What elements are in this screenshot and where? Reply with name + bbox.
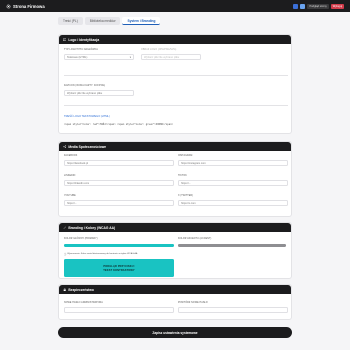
language-icon[interactable] xyxy=(300,3,306,9)
security-section-header: Bezpieczeństwo xyxy=(59,285,291,294)
instagram-label: INSTAGRAM xyxy=(178,155,193,157)
logo-text-input[interactable]: <span style="color: red">TWÓJ</span> <sp… xyxy=(64,123,173,126)
branding-section-header: Branding i Kolory (WCAG AA) xyxy=(59,223,291,232)
gear-icon xyxy=(6,3,11,9)
save-settings-button[interactable]: Zapisz ustawienia systemowe xyxy=(58,327,292,338)
twitter-label: X (TWITTER) xyxy=(178,195,194,197)
info-icon: ⓘ xyxy=(64,254,67,256)
logout-button[interactable]: Wyloguj xyxy=(330,3,344,9)
top-bar: Strona Firmowa Podgląd strony Wyloguj xyxy=(0,0,350,12)
chevron-down-icon: ▾ xyxy=(129,55,131,59)
logo-image-file-input[interactable]: Wybierz plik Nie wybrano pliku xyxy=(141,54,201,60)
logo-type-select[interactable]: Tekstowe (HTML) ▾ xyxy=(64,54,134,60)
logo-type-label: TYP LOGOTYPU NAGŁÓWKA xyxy=(64,49,98,51)
twitter-input[interactable]: https://x.com xyxy=(178,200,288,206)
new-password-input[interactable] xyxy=(64,307,174,313)
secondary-color-swatch[interactable] xyxy=(178,244,286,247)
flag-icon[interactable] xyxy=(293,3,299,9)
logo-section-header: Logo i Identyfikacja xyxy=(59,35,291,44)
brush-icon xyxy=(63,226,66,229)
tab-system-branding[interactable]: System i Branding xyxy=(122,17,161,26)
facebook-input[interactable]: https://facebook.pl xyxy=(64,160,174,166)
tab-media-library[interactable]: Biblioteka mediów xyxy=(84,17,121,26)
linkedin-input[interactable]: https://linkedin.com xyxy=(64,180,174,186)
secondary-color-label: KOLOR AKCENTU (ACCENT) xyxy=(178,238,212,240)
primary-color-label: KOLOR GŁÓWNY (PRIMARY) xyxy=(64,238,98,240)
social-section-header: Media Społecznościowe xyxy=(59,142,291,151)
instagram-input[interactable]: https://instagram.com xyxy=(178,160,288,166)
brand: Strona Firmowa xyxy=(6,4,45,9)
view-site-button[interactable]: Podgląd strony xyxy=(307,3,329,9)
preview-line-2: TEKST KONTRASTOWY xyxy=(103,268,135,272)
tab-bar: Treść (PL) Biblioteka mediów System i Br… xyxy=(58,17,161,26)
repeat-password-input[interactable] xyxy=(178,307,288,313)
tiktok-input[interactable]: https://... xyxy=(178,180,288,186)
image-icon xyxy=(63,38,67,41)
logo-text-label: TREŚĆ LOGO TEKSTOWEGO (HTML) xyxy=(64,115,110,118)
preview-line-1: PODGLĄD PRZYCISKU: xyxy=(103,264,135,268)
new-password-label: NOWE HASŁO ADMINISTRATORA xyxy=(64,302,103,304)
favicon-label: FAVICON (IKONA KARTY: ICO/PNG) xyxy=(64,85,106,87)
logo-section: Logo i Identyfikacja TYP LOGOTYPU NAGŁÓW… xyxy=(58,34,292,134)
youtube-label: YOUTUBE xyxy=(64,195,76,197)
button-preview: PODGLĄD PRZYCISKU: TEKST KONTRASTOWY xyxy=(64,259,174,277)
contrast-note: ⓘ Wymuszenie: Kolor został dostosowany d… xyxy=(64,253,138,256)
tab-content[interactable]: Treść (PL) xyxy=(58,17,83,26)
facebook-label: FACEBOOK xyxy=(64,155,78,157)
share-icon xyxy=(63,145,66,148)
tiktok-label: TIKTOK xyxy=(178,175,187,177)
branding-section: Branding i Kolory (WCAG AA) KOLOR GŁÓWNY… xyxy=(58,222,292,279)
app-title: Strona Firmowa xyxy=(13,3,45,9)
repeat-password-label: POWTÓRZ NOWE HASŁO xyxy=(178,302,208,304)
social-section: Media Społecznościowe FACEBOOK https://f… xyxy=(58,141,292,217)
logo-image-label: OBRAZ LOGO (JPG/PNG/SVG) xyxy=(141,49,177,51)
lock-icon xyxy=(63,288,66,291)
favicon-file-input[interactable]: Wybierz plik Nie wybrano pliku xyxy=(64,90,134,96)
primary-color-swatch[interactable] xyxy=(64,244,174,247)
security-section: Bezpieczeństwo NOWE HASŁO ADMINISTRATORA… xyxy=(58,284,292,320)
youtube-input[interactable]: https://... xyxy=(64,200,174,206)
linkedin-label: LINKEDIN xyxy=(64,175,76,177)
